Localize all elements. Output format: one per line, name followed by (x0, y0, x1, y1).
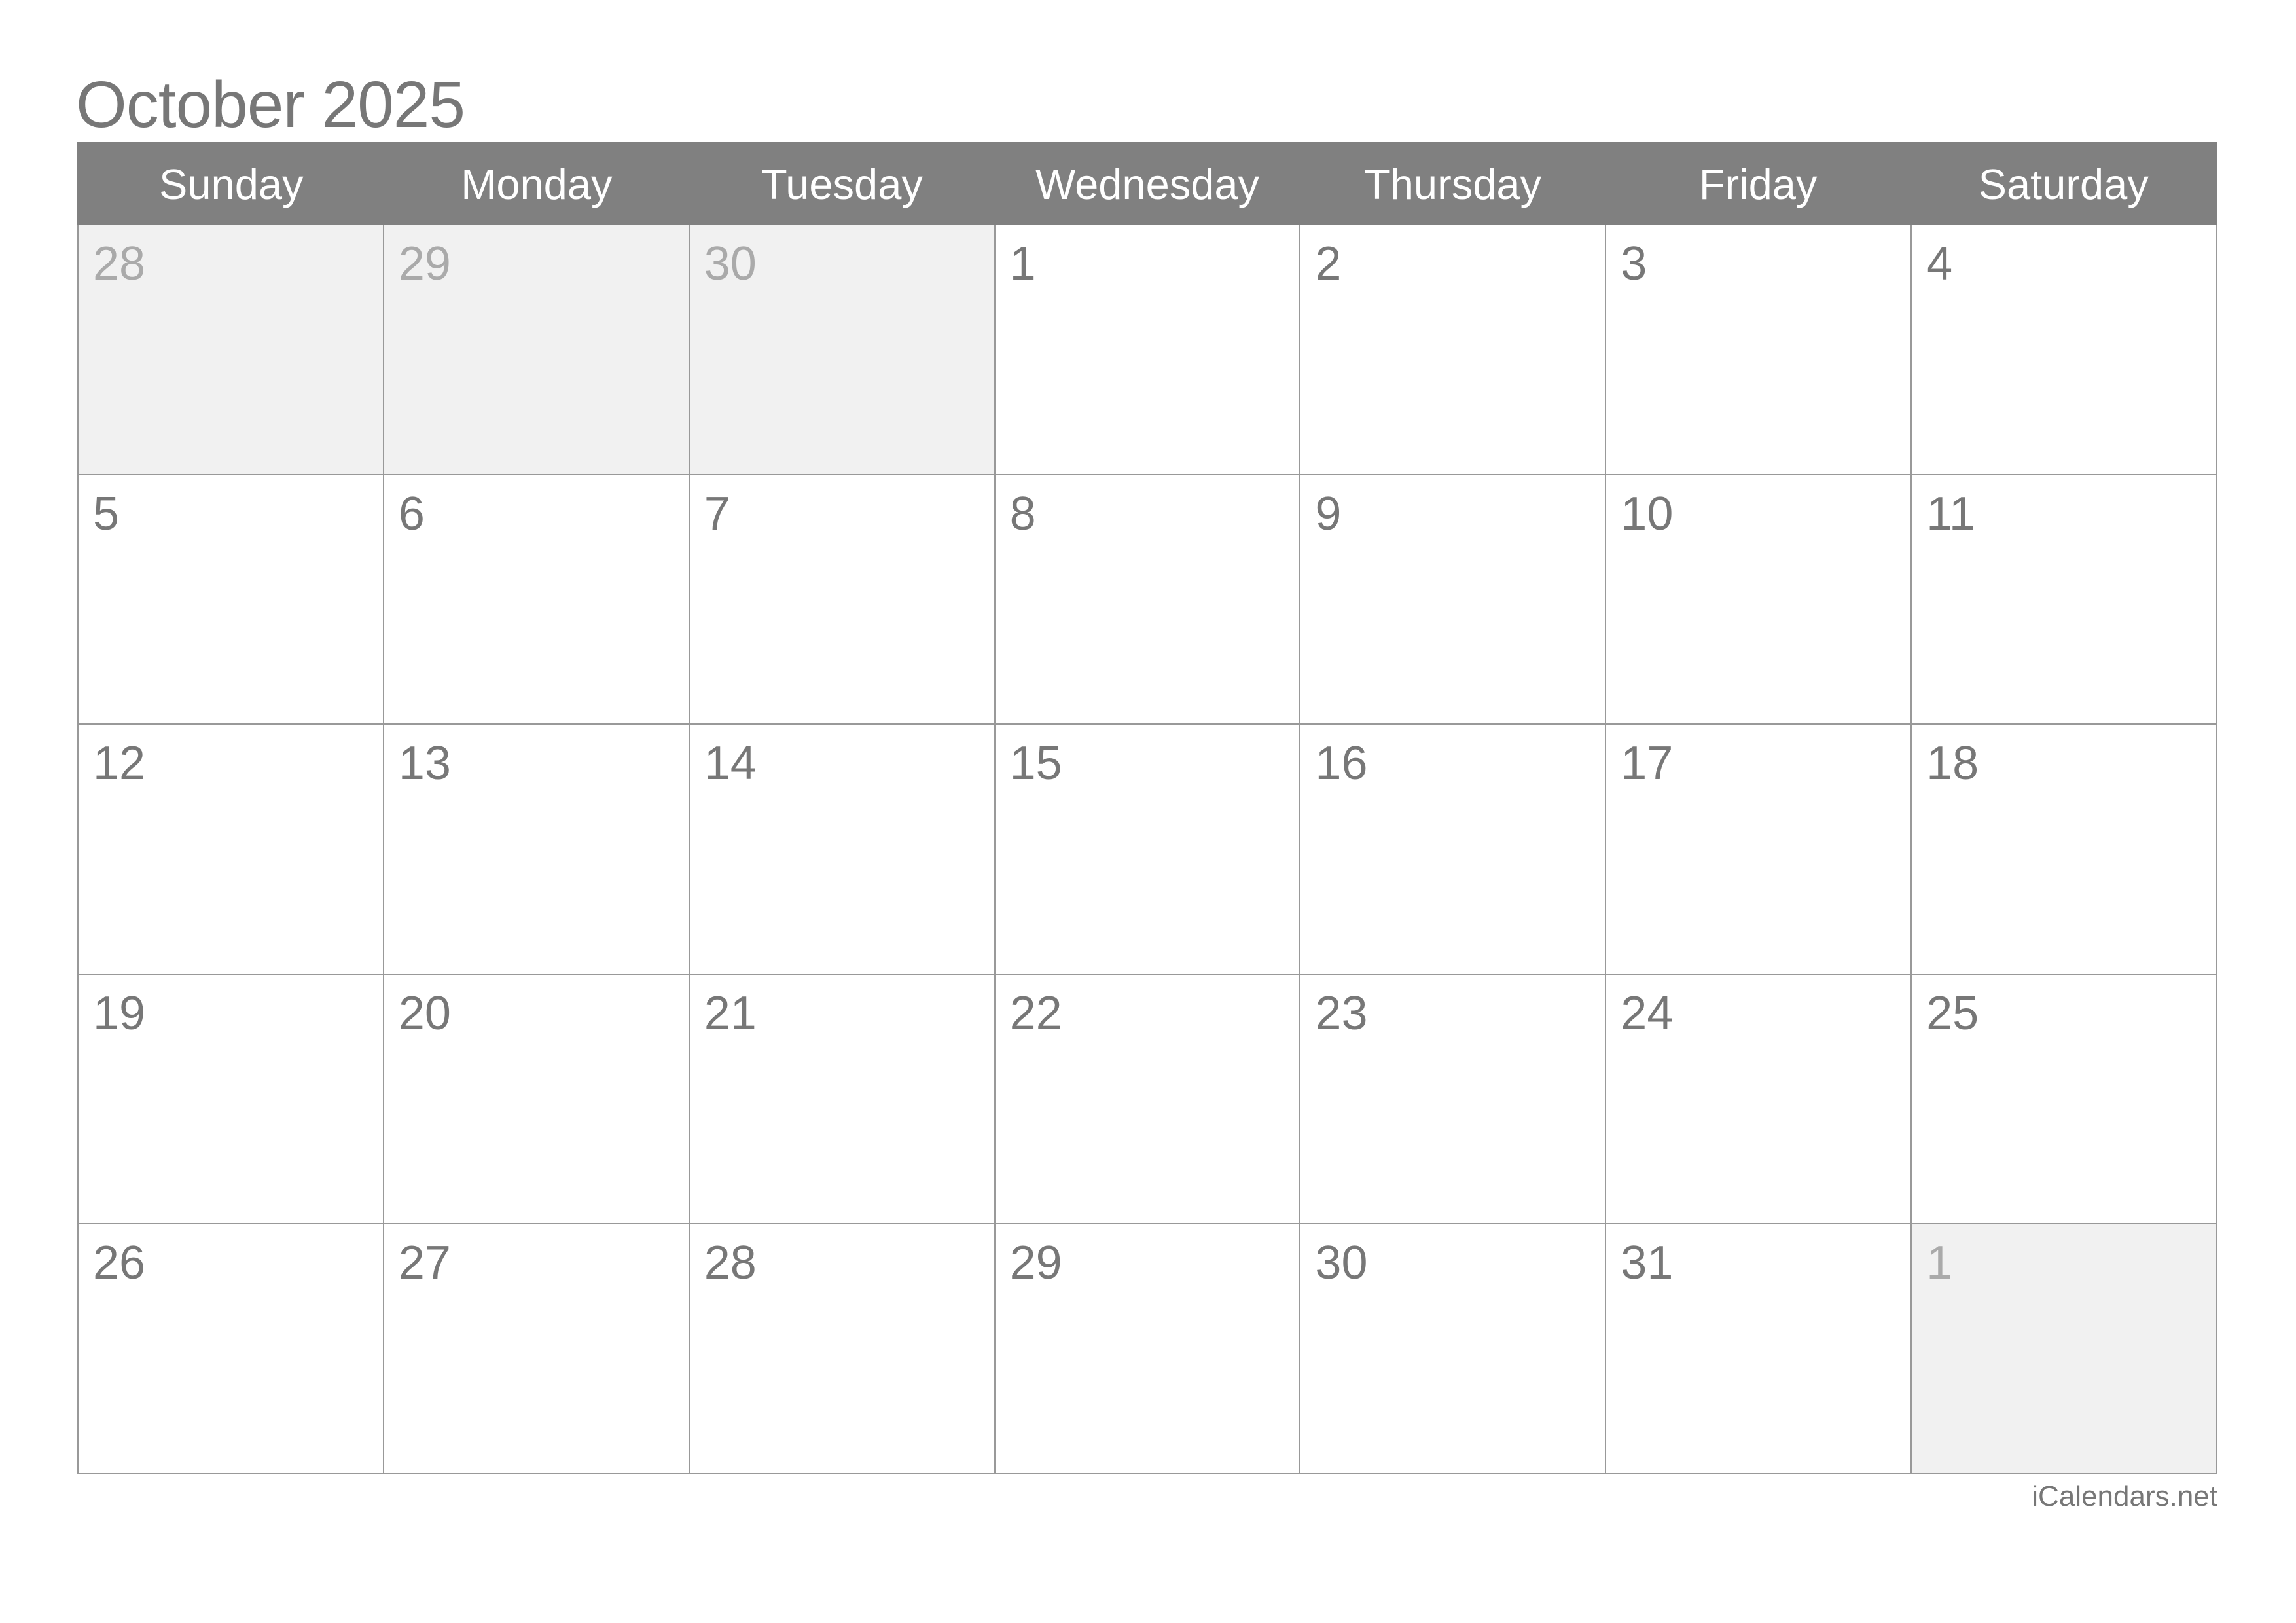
day-cell: 21 (689, 974, 996, 1224)
day-cell: 16 (1300, 725, 1607, 975)
day-cell: 11 (1912, 475, 2217, 725)
weekday-thursday: Thursday (1364, 160, 1542, 208)
day-grid: 28 29 30 1 2 3 4 5 6 7 8 9 10 11 12 13 14 15 16 17 18 19 20 21 2… (77, 225, 2217, 1474)
day-cell: 13 (384, 725, 690, 975)
day-number: 11 (1926, 487, 1975, 540)
day-number: 21 (704, 987, 757, 1040)
day-number: 29 (1009, 1237, 1062, 1289)
day-number: 29 (398, 238, 451, 290)
day-cell-other-month: 1 (1912, 1224, 2217, 1474)
weekday-friday: Friday (1698, 160, 1818, 208)
day-cell: 19 (79, 974, 384, 1224)
day-number: 12 (93, 737, 146, 790)
day-cell-other-month: 30 (689, 225, 996, 475)
weekday-wednesday: Wednesday (1035, 160, 1260, 208)
day-number: 5 (93, 487, 120, 540)
day-cell: 6 (384, 475, 690, 725)
day-number: 1 (1009, 238, 1036, 290)
weekday-saturday: Saturday (1978, 160, 2149, 208)
day-number: 19 (93, 987, 146, 1040)
day-number: 7 (704, 487, 730, 540)
day-number: 6 (398, 487, 425, 540)
day-cell: 2 (1300, 225, 1607, 475)
day-cell: 5 (79, 475, 384, 725)
day-cell: 3 (1606, 225, 1912, 475)
day-cell: 28 (689, 1224, 996, 1474)
day-cell: 1 (995, 225, 1301, 475)
weekday-monday: Monday (461, 160, 613, 208)
day-number: 28 (704, 1237, 757, 1289)
day-cell: 18 (1912, 725, 2217, 975)
day-cell: 22 (995, 974, 1301, 1224)
day-cell: 17 (1606, 725, 1912, 975)
day-cell: 8 (995, 475, 1301, 725)
day-cell: 4 (1912, 225, 2217, 475)
day-number: 18 (1926, 737, 1979, 790)
day-number: 1 (1926, 1237, 1953, 1289)
day-number: 30 (1315, 1237, 1368, 1289)
day-cell: 7 (689, 475, 996, 725)
day-cell: 9 (1300, 475, 1607, 725)
day-cell: 14 (689, 725, 996, 975)
day-cell-other-month: 28 (79, 225, 384, 475)
day-cell: 15 (995, 725, 1301, 975)
day-number: 24 (1621, 987, 1674, 1040)
day-number: 30 (704, 238, 757, 290)
day-cell: 31 (1606, 1224, 1912, 1474)
day-number: 23 (1315, 987, 1368, 1040)
day-number: 17 (1621, 737, 1674, 790)
day-cell: 27 (384, 1224, 690, 1474)
day-number: 28 (93, 238, 146, 290)
day-number: 22 (1009, 987, 1062, 1040)
weekday-header: Sunday Monday Tuesday Wednesday Thursday… (77, 142, 2217, 225)
day-number: 26 (93, 1237, 146, 1289)
day-number: 3 (1621, 238, 1647, 290)
day-cell: 26 (79, 1224, 384, 1474)
day-number: 31 (1621, 1237, 1674, 1289)
day-number: 25 (1926, 987, 1979, 1040)
day-cell: 12 (79, 725, 384, 975)
day-number: 27 (398, 1237, 451, 1289)
day-number: 9 (1315, 487, 1342, 540)
day-number: 20 (398, 987, 451, 1040)
weekday-sunday: Sunday (159, 160, 304, 208)
weekday-tuesday: Tuesday (761, 160, 923, 208)
day-cell: 23 (1300, 974, 1607, 1224)
day-cell: 25 (1912, 974, 2217, 1224)
day-cell: 30 (1300, 1224, 1607, 1474)
day-cell: 20 (384, 974, 690, 1224)
day-number: 14 (704, 737, 757, 790)
day-cell: 24 (1606, 974, 1912, 1224)
day-number: 10 (1621, 487, 1674, 540)
day-cell: 10 (1606, 475, 1912, 725)
day-cell-other-month: 29 (384, 225, 690, 475)
day-number: 16 (1315, 737, 1368, 790)
day-cell: 29 (995, 1224, 1301, 1474)
calendar: Sunday Monday Tuesday Wednesday Thursday… (77, 142, 2217, 1474)
page-title: October 2025 (76, 68, 465, 141)
day-number: 15 (1009, 737, 1062, 790)
day-number: 4 (1926, 238, 1953, 290)
day-number: 2 (1315, 238, 1342, 290)
footer-credit: iCalendars.net (2032, 1480, 2217, 1512)
day-number: 8 (1009, 487, 1036, 540)
day-number: 13 (398, 737, 451, 790)
